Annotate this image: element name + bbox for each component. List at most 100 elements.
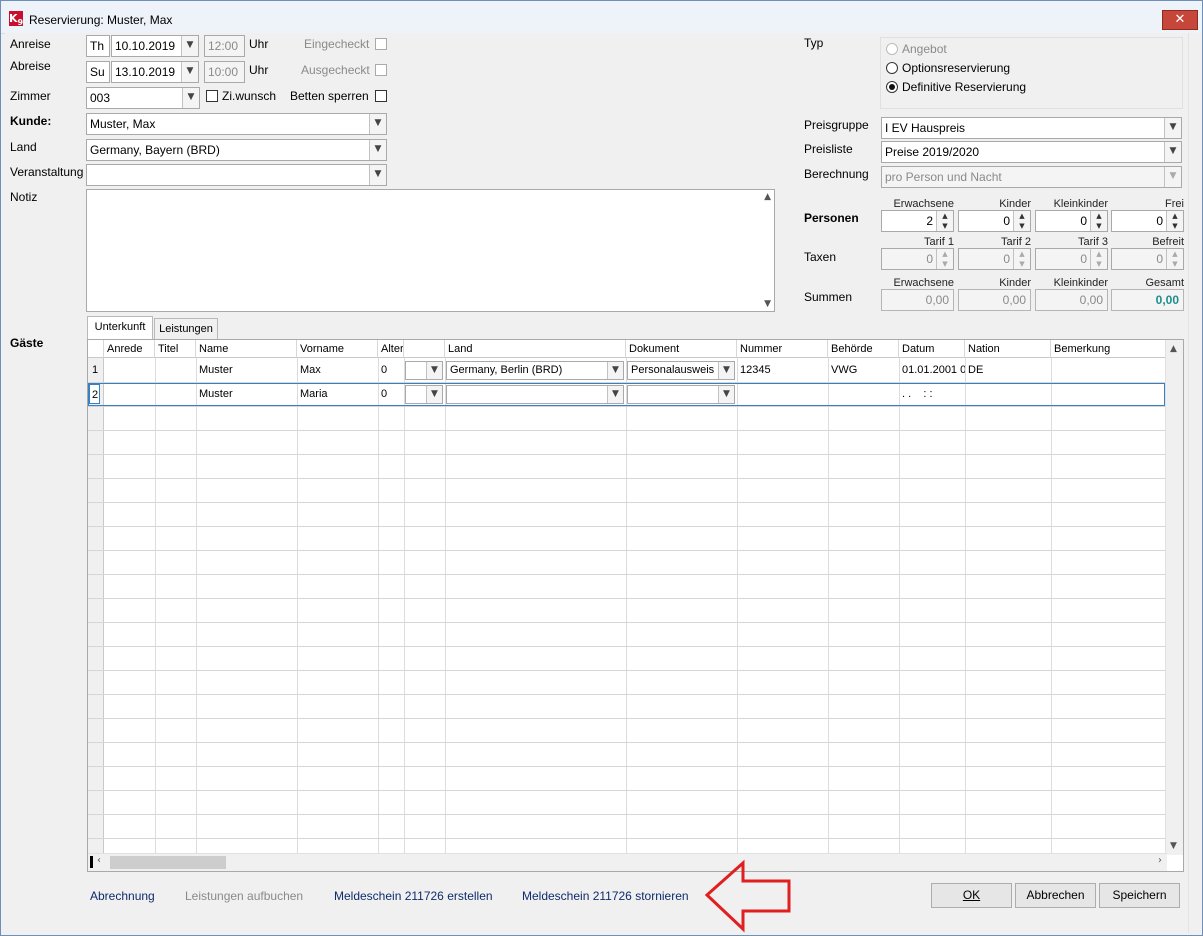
save-button[interactable]: Speichern (1099, 883, 1180, 908)
taxes-tariff2-spinner[interactable]: 0 ▲ ▼ (958, 248, 1031, 270)
cell-alter-select[interactable]: ▼ (405, 361, 443, 380)
spin-up-icon[interactable]: ▲ (1014, 211, 1030, 221)
checked-out-checkbox[interactable] (375, 64, 387, 76)
calculation-select[interactable]: pro Person und Nacht ▼ (881, 166, 1182, 188)
taxes-exempt-spinner[interactable]: 0 ▲ ▼ (1111, 248, 1184, 270)
cell-name[interactable]: Muster (196, 359, 297, 381)
type-option-radio[interactable] (886, 62, 898, 74)
departure-time-input[interactable]: 10:00 (204, 61, 245, 83)
tab-accommodation[interactable]: Unterkunft (87, 316, 153, 340)
persons-children-spinner[interactable]: 0 ▲ ▼ (958, 210, 1031, 232)
spin-up-icon[interactable]: ▲ (1167, 211, 1183, 221)
chevron-down-icon[interactable]: ▼ (426, 386, 442, 403)
grid-vertical-scrollbar[interactable]: ▲ ▼ (1165, 340, 1183, 855)
chevron-down-icon[interactable]: ▼ (369, 140, 386, 160)
spin-up-icon[interactable]: ▲ (1167, 249, 1183, 259)
cell-alter-select[interactable]: ▼ (405, 385, 443, 404)
spin-up-icon[interactable]: ▲ (1014, 249, 1030, 259)
col-header-datum[interactable]: Datum (899, 340, 965, 358)
tab-services[interactable]: Leistungen (154, 318, 218, 340)
type-offer-radio[interactable] (886, 43, 898, 55)
scroll-left-icon[interactable]: ‹ (97, 855, 101, 866)
checked-in-checkbox[interactable] (375, 38, 387, 50)
cell-alter[interactable]: 0 (378, 359, 404, 381)
scroll-up-icon[interactable]: ▲ (1170, 344, 1177, 354)
chevron-down-icon[interactable]: ▼ (718, 386, 734, 403)
ok-button[interactable]: OK (931, 883, 1012, 908)
chevron-down-icon[interactable]: ▼ (426, 362, 442, 379)
price-group-select[interactable]: I EV Hauspreis ▼ (881, 117, 1182, 139)
chevron-down-icon[interactable]: ▼ (181, 62, 198, 82)
chevron-down-icon[interactable]: ▼ (182, 88, 199, 108)
book-services-link[interactable]: Leistungen aufbuchen (185, 889, 303, 903)
arrival-date-picker[interactable]: 10.10.2019 ▼ (111, 35, 199, 57)
taxes-tariff1-spinner[interactable]: 0 ▲ ▼ (881, 248, 954, 270)
cell-behoerde[interactable]: VWG (828, 359, 899, 381)
chevron-down-icon[interactable]: ▼ (369, 114, 386, 134)
spin-up-icon[interactable]: ▲ (1091, 249, 1107, 259)
col-header-dokument[interactable]: Dokument (626, 340, 737, 358)
scroll-down-icon[interactable]: ▼ (764, 299, 771, 309)
col-header-land[interactable]: Land (445, 340, 626, 358)
chevron-down-icon[interactable]: ▼ (607, 386, 623, 403)
chevron-down-icon[interactable]: ▼ (1164, 142, 1181, 162)
grid-horizontal-scrollbar[interactable]: ‹ › (88, 853, 1167, 871)
chevron-down-icon[interactable]: ▼ (718, 362, 734, 379)
col-header-blank[interactable] (404, 340, 445, 358)
col-header-nummer[interactable]: Nummer (737, 340, 828, 358)
cell-alter[interactable]: 0 (378, 383, 404, 405)
col-header-alter[interactable]: Alter (378, 340, 404, 358)
cell-vorname[interactable]: Maria (297, 383, 378, 405)
chevron-down-icon[interactable]: ▼ (1164, 118, 1181, 138)
taxes-tariff3-spinner[interactable]: 0 ▲ ▼ (1035, 248, 1108, 270)
room-wish-checkbox[interactable] (206, 90, 218, 102)
lock-beds-checkbox[interactable] (375, 90, 387, 102)
billing-link[interactable]: Abrechnung (90, 889, 155, 903)
spin-down-icon[interactable]: ▼ (937, 221, 953, 231)
cancel-registration-form-link[interactable]: Meldeschein 211726 stornieren (522, 889, 689, 903)
col-header-behoerde[interactable]: Behörde (828, 340, 899, 358)
persons-free-spinner[interactable]: 0 ▲ ▼ (1111, 210, 1184, 232)
country-select[interactable]: Germany, Bayern (BRD) ▼ (86, 139, 387, 161)
window-scrollbar[interactable] (1188, 33, 1202, 933)
cell-land-select[interactable]: Germany, Berlin (BRD) ▼ (446, 361, 624, 380)
cell-vorname[interactable]: Max (297, 359, 378, 381)
room-select[interactable]: 003 ▼ (86, 87, 200, 109)
cell-datum[interactable]: 01.01.2001 0 (899, 359, 965, 381)
cell-dokument-select[interactable]: ▼ (627, 385, 735, 404)
chevron-down-icon[interactable]: ▼ (607, 362, 623, 379)
persons-infants-spinner[interactable]: 0 ▲ ▼ (1035, 210, 1108, 232)
customer-select[interactable]: Muster, Max ▼ (86, 113, 387, 135)
event-select[interactable]: ▼ (86, 164, 387, 186)
col-header-nation[interactable]: Nation (965, 340, 1051, 358)
cell-name[interactable]: Muster (196, 383, 297, 405)
spin-up-icon[interactable]: ▲ (937, 249, 953, 259)
note-textarea[interactable]: ▲ ▼ (86, 189, 775, 312)
spin-down-icon[interactable]: ▼ (1167, 259, 1183, 269)
col-header-titel[interactable]: Titel (155, 340, 196, 358)
cell-land-select[interactable]: ▼ (446, 385, 624, 404)
cell-datum[interactable]: . . : : (899, 383, 965, 405)
create-registration-form-link[interactable]: Meldeschein 211726 erstellen (334, 889, 493, 903)
spin-down-icon[interactable]: ▼ (1014, 221, 1030, 231)
spin-up-icon[interactable]: ▲ (937, 211, 953, 221)
spin-down-icon[interactable]: ▼ (937, 259, 953, 269)
spin-down-icon[interactable]: ▼ (1014, 259, 1030, 269)
chevron-down-icon[interactable]: ▼ (369, 165, 386, 185)
close-button[interactable]: ✕ (1162, 10, 1198, 30)
spin-down-icon[interactable]: ▼ (1167, 221, 1183, 231)
persons-adults-spinner[interactable]: 2 ▲ ▼ (881, 210, 954, 232)
cell-nummer[interactable]: 12345 (737, 359, 828, 381)
departure-date-picker[interactable]: 13.10.2019 ▼ (111, 61, 199, 83)
scroll-right-icon[interactable]: › (1158, 855, 1162, 866)
col-header-vorname[interactable]: Vorname (297, 340, 378, 358)
col-header-name[interactable]: Name (196, 340, 297, 358)
type-definitive-radio[interactable] (886, 81, 898, 93)
scroll-down-icon[interactable]: ▼ (1170, 841, 1177, 851)
spin-down-icon[interactable]: ▼ (1091, 259, 1107, 269)
scroll-up-icon[interactable]: ▲ (764, 192, 771, 202)
spin-up-icon[interactable]: ▲ (1091, 211, 1107, 221)
chevron-down-icon[interactable]: ▼ (181, 36, 198, 56)
scroll-thumb[interactable] (110, 856, 226, 869)
col-header-bemerkung[interactable]: Bemerkung (1051, 340, 1167, 358)
